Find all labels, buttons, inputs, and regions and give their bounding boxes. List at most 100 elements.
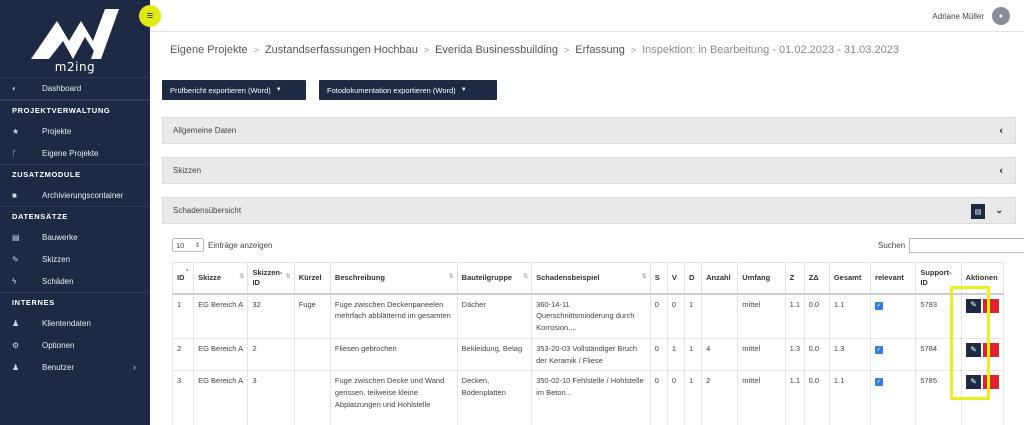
cell-schadensbeispiel: 350-02-10 Fehlstelle / Hohlstelle im Bet… bbox=[531, 370, 651, 425]
sidebar-item-label: Bauwerke bbox=[42, 232, 78, 242]
cell-beschreibung: Fuge zwischen Deckenpaneelen mehrfach ab… bbox=[329, 293, 458, 339]
breadcrumb-item-current: Inspektion: in Bearbeitung - 01.02.2023 … bbox=[642, 44, 899, 56]
col-header-skizze[interactable]: Skizze ⇅ bbox=[193, 262, 249, 295]
sidebar-item-eigene-projekte[interactable]: ᚴ Eigene Projekte bbox=[0, 142, 150, 164]
relevant-checkbox[interactable]: ✓ bbox=[875, 301, 884, 310]
entries-length-select[interactable]: 10 ⇕ bbox=[172, 238, 204, 252]
cell-z: 1.1 bbox=[784, 293, 805, 339]
panel-title: Skizzen bbox=[173, 166, 202, 175]
cell-id: 3 bbox=[171, 370, 195, 425]
sort-icon: ⇅ bbox=[285, 274, 291, 280]
col-header-beschreibung[interactable]: Beschreibung ⇅ bbox=[329, 262, 458, 295]
table-header-row: ▲ ID Skizze ⇅ Skizzen-ID ⇅ Kürzel Beschreib… bbox=[171, 262, 1005, 295]
sidebar-item-optionen[interactable]: ⚙ Optionen bbox=[0, 334, 150, 356]
col-header-v[interactable]: V bbox=[666, 262, 685, 295]
relevant-checkbox[interactable]: ✓ bbox=[875, 346, 884, 354]
col-header-kuerzel[interactable]: Kürzel bbox=[293, 262, 331, 295]
person-icon: ♟ bbox=[12, 318, 20, 328]
sort-icon: ⇅ bbox=[641, 274, 647, 280]
highlight-box bbox=[950, 286, 990, 400]
sidebar-item-label: Skizzen bbox=[42, 254, 71, 264]
cell-z-delta: 0.0 bbox=[803, 293, 830, 339]
cell-kuerzel bbox=[293, 337, 331, 372]
entries-length-control: 10 ⇕ Einträge anzeigen bbox=[172, 238, 273, 252]
table-row: 1 EG Bereich A 32 Fuge Fuge zwischen Dec… bbox=[171, 293, 1005, 339]
cell-bauteilgruppe: Bekleidung, Belag bbox=[456, 337, 533, 372]
button-label: Fotodokumentation exportieren (Word) bbox=[327, 85, 456, 95]
col-header-z-delta[interactable]: ZΔ bbox=[803, 262, 830, 295]
dashboard-icon: ◐ bbox=[12, 84, 17, 93]
col-header-skizzen-id[interactable]: Skizzen-ID ⇅ bbox=[247, 262, 295, 295]
sidebar-item-archivierungscontainer[interactable]: ■ Archivierungscontainer bbox=[0, 184, 150, 206]
sidebar-item-dashboard[interactable]: ◐ Dashboard bbox=[0, 78, 150, 100]
avatar[interactable]: ● bbox=[992, 7, 1010, 25]
entries-length-label: Einträge anzeigen bbox=[208, 240, 273, 250]
sidebar-item-skizzen[interactable]: ✎ Skizzen bbox=[0, 248, 150, 270]
cell-umfang: mittel bbox=[737, 337, 786, 372]
export-fotodokumentation-button[interactable]: Fotodokumentation exportieren (Word) ▼ bbox=[319, 80, 497, 100]
user-menu[interactable]: Adriane Müller ● bbox=[932, 7, 1010, 25]
panel-schadensuebersicht[interactable]: Schadensübersicht ▤ ⌄ bbox=[162, 197, 1016, 224]
sidebar-item-label: Schäden bbox=[42, 276, 74, 286]
cell-v: 1 bbox=[666, 337, 685, 372]
breadcrumb-separator-icon: > bbox=[630, 45, 637, 55]
sidebar-item-label: Archivierungscontainer bbox=[42, 190, 124, 200]
sidebar-section-zusatzmodule: ZUSATZMODULE bbox=[0, 164, 150, 184]
sidebar-item-label: Dashboard bbox=[42, 84, 82, 93]
col-header-schadensbeispiel[interactable]: Schadensbeispiel ⇅ bbox=[531, 262, 651, 295]
cell-z-delta: 0.0 bbox=[803, 370, 830, 425]
cell-bauteilgruppe: Decken, Bodenplatten bbox=[456, 370, 533, 425]
breadcrumb-item-eigene-projekte[interactable]: Eigene Projekte bbox=[170, 44, 248, 56]
search-input[interactable] bbox=[909, 238, 1024, 253]
col-header-anzahl[interactable]: Anzahl bbox=[701, 262, 739, 295]
col-header-bauteilgruppe[interactable]: Bauteilgruppe ⇅ bbox=[456, 262, 533, 295]
sidebar-item-benutzer[interactable]: ♟ Benutzer › bbox=[0, 356, 150, 378]
chevron-left-icon[interactable]: ‹ bbox=[999, 125, 1003, 137]
cell-schadensbeispiel: 360-14-11 Querschnittsminderung durch Ko… bbox=[531, 293, 651, 339]
menu-toggle-button[interactable]: ≡ bbox=[139, 5, 161, 27]
export-pruefbericht-button[interactable]: Prüfbericht exportieren (Word) ▼ bbox=[162, 80, 306, 100]
col-header-d[interactable]: D bbox=[683, 262, 703, 295]
cell-z: 1.3 bbox=[784, 337, 805, 372]
sidebar-item-bauwerke[interactable]: ▤ Bauwerke bbox=[0, 226, 150, 248]
cell-skizzen-id: 3 bbox=[247, 370, 295, 425]
logo[interactable]: m2ing bbox=[0, 0, 150, 78]
cell-skizze: EG Bereich A bbox=[193, 337, 249, 372]
caret-down-icon: ▼ bbox=[460, 87, 467, 93]
sidebar-item-label: Eigene Projekte bbox=[42, 148, 99, 158]
chevron-right-icon: › bbox=[133, 362, 136, 372]
cell-relevant: ✓ bbox=[870, 337, 917, 372]
breadcrumb-item-everida[interactable]: Everida Businessbuilding bbox=[435, 44, 558, 56]
cell-bauteilgruppe: Dächer bbox=[456, 293, 533, 339]
col-header-s[interactable]: S bbox=[649, 262, 668, 295]
breadcrumb-item-erfassung[interactable]: Erfassung bbox=[575, 44, 625, 56]
sidebar-item-projekte[interactable]: ★ Projekte bbox=[0, 120, 150, 142]
breadcrumb-item-zustandserfassungen[interactable]: Zustandserfassungen Hochbau bbox=[265, 44, 418, 56]
cell-d: 1 bbox=[683, 337, 703, 372]
user-icon: ♟ bbox=[12, 362, 20, 372]
panel-skizzen[interactable]: Skizzen ‹ bbox=[162, 157, 1016, 184]
col-header-id[interactable]: ▲ ID bbox=[171, 262, 195, 295]
sidebar-item-klientendaten[interactable]: ♟ Klientendaten bbox=[0, 312, 150, 334]
col-header-relevant[interactable]: relevant bbox=[870, 262, 917, 295]
cell-relevant: ✓ bbox=[870, 293, 917, 339]
sidebar-item-schaeden[interactable]: ϟ Schäden bbox=[0, 270, 150, 292]
pdf-export-button[interactable]: ▤ bbox=[971, 204, 985, 219]
col-header-z[interactable]: Z bbox=[784, 262, 805, 295]
chevron-down-icon[interactable]: ⌄ bbox=[995, 205, 1003, 216]
logo-text: m2ing bbox=[54, 60, 96, 74]
sort-icon: ⇅ bbox=[523, 274, 529, 280]
relevant-checkbox[interactable]: ✓ bbox=[875, 378, 884, 387]
branch-icon: ᚴ bbox=[12, 148, 17, 158]
col-header-umfang[interactable]: Umfang bbox=[737, 262, 786, 295]
breadcrumb: Eigene Projekte > Zustandserfassungen Hoch… bbox=[170, 44, 899, 56]
panel-allgemeine-daten[interactable]: Allgemeine Daten ‹ bbox=[162, 117, 1016, 144]
caret-down-icon: ▼ bbox=[275, 87, 282, 93]
hamburger-icon: ≡ bbox=[146, 10, 154, 22]
cell-relevant: ✓ bbox=[870, 370, 917, 425]
cell-id: 2 bbox=[171, 337, 195, 372]
chevron-left-icon[interactable]: ‹ bbox=[999, 165, 1003, 177]
cell-id: 1 bbox=[171, 293, 195, 339]
search-label: Suchen bbox=[878, 241, 906, 250]
col-header-gesamt[interactable]: Gesamt bbox=[828, 262, 872, 295]
